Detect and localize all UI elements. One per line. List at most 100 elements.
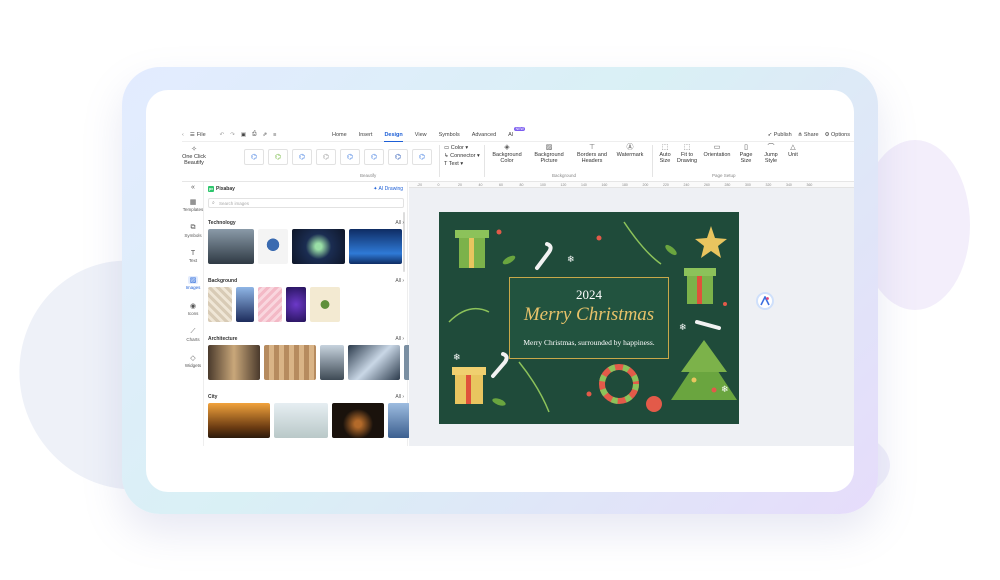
rail-item-templates[interactable]: ▦ Templates [182, 198, 204, 212]
text-icon: T [190, 250, 196, 257]
connector-dropdown[interactable]: ↳ Connector ▾ [444, 153, 480, 159]
tab-insert[interactable]: Insert [359, 132, 373, 138]
rail-item-images[interactable]: ▨ Images [182, 276, 204, 290]
unit-button[interactable]: △ Unit [786, 144, 800, 158]
rail-item-label: Images [185, 285, 201, 290]
image-thumbnail[interactable] [258, 229, 288, 264]
print-icon[interactable]: ⎙ [252, 131, 256, 138]
hamburger-icon: ☰ [189, 131, 195, 138]
jump-style-label: Jump Style [764, 152, 778, 164]
greeting-frame[interactable]: 2024 Merry Christmas Merry Christmas, su… [509, 277, 669, 359]
beautify-style-thumb[interactable]: ⌬ [388, 149, 408, 165]
redo-icon[interactable]: ↷ [230, 132, 235, 138]
image-thumbnail[interactable] [208, 403, 270, 438]
image-thumbnail[interactable] [208, 287, 232, 322]
jump-style-icon: ⌒ [767, 144, 775, 151]
orientation-label: Orientation [703, 152, 731, 158]
rail-item-text[interactable]: T Text [182, 250, 204, 263]
ai-assistant-button[interactable] [756, 292, 774, 310]
card-subtitle: Merry Christmas, surrounded by happiness… [523, 338, 655, 347]
beautify-style-thumb[interactable]: ⌬ [412, 149, 432, 165]
background-group-label: Background [552, 173, 577, 178]
divider [652, 145, 653, 177]
all-link[interactable]: All › [395, 278, 404, 284]
ruler-tick-label: 120 [560, 182, 567, 187]
rail-item-charts[interactable]: ⟋ Charts [182, 328, 204, 342]
image-thumbnail[interactable] [258, 287, 282, 322]
one-click-beautify-button[interactable]: ✧ One Click Beautify [182, 146, 206, 166]
image-thumbnail[interactable] [236, 287, 254, 322]
rail-item-label: Symbols [184, 233, 202, 238]
background-color-button[interactable]: ◈ Background Color [490, 144, 524, 164]
collapse-panel-button[interactable]: « [182, 184, 204, 192]
image-source[interactable]: px Pixabay [208, 186, 235, 192]
image-thumbnail[interactable] [292, 229, 345, 264]
save-icon[interactable]: ▣ [241, 132, 246, 138]
beautify-style-thumb[interactable]: ⌬ [268, 149, 288, 165]
share-button[interactable]: ⋔ Share [798, 132, 819, 138]
image-thumbnail[interactable] [208, 345, 260, 380]
fit-to-drawing-button[interactable]: ⬚ Fit to Drawing [676, 144, 698, 164]
image-thumbnail[interactable] [208, 229, 254, 264]
options-button[interactable]: ⚙ Options [825, 132, 850, 138]
beautify-style-thumb[interactable]: ⌬ [364, 149, 384, 165]
image-thumbnail[interactable] [264, 345, 316, 380]
ruler-tick-label: -20 [417, 182, 423, 187]
christmas-card[interactable]: ❄ ❄ ❄ ❄ 2024 Merry Christmas Merry Chris… [439, 212, 739, 424]
ruler-tick-label: 0 [437, 182, 440, 187]
tab-advanced[interactable]: Advanced [472, 132, 496, 138]
tab-symbols[interactable]: Symbols [439, 132, 460, 138]
image-thumbnail[interactable] [310, 287, 340, 322]
tab-design[interactable]: Design [384, 132, 404, 142]
tab-ai[interactable]: AI NEW [508, 127, 526, 138]
ai-drawing-link[interactable]: ✦ AI Drawing [373, 186, 403, 192]
connector-icon: ↳ [444, 153, 449, 159]
image-thumbnail[interactable] [388, 403, 410, 438]
image-thumbnail[interactable] [349, 229, 402, 264]
borders-headers-button[interactable]: ⊤ Borders and Headers [574, 144, 610, 164]
all-link[interactable]: All › [395, 394, 404, 400]
all-link[interactable]: All › [395, 220, 404, 226]
image-thumbnail[interactable] [332, 403, 384, 438]
all-link[interactable]: All › [395, 336, 404, 342]
design-ribbon: ✧ One Click Beautify ⌬ ⌬ ⌬ ⌬ ⌬ ⌬ ⌬ ⌬ Bea… [182, 142, 854, 182]
export-icon[interactable]: ⇗ [262, 132, 267, 138]
publish-button[interactable]: ➶ Publish [768, 132, 792, 138]
color-dropdown[interactable]: ▭ Color ▾ [444, 145, 468, 151]
auto-size-button[interactable]: ⬚ Auto Size [656, 144, 674, 164]
image-thumbnail[interactable] [320, 345, 344, 380]
beautify-style-thumb[interactable]: ⌬ [292, 149, 312, 165]
beautify-style-thumb[interactable]: ⌬ [316, 149, 336, 165]
svg-text:❄: ❄ [679, 323, 687, 333]
beautify-style-thumb[interactable]: ⌬ [340, 149, 360, 165]
image-thumbnail[interactable] [286, 287, 306, 322]
undo-icon[interactable]: ↶ [220, 132, 225, 138]
horizontal-ruler: -20 0 20 40 60 80 100 120 140 160 180 200 220 240 260 2… [409, 182, 854, 188]
tab-home[interactable]: Home [332, 132, 347, 138]
category-background: Background All › [208, 278, 404, 322]
watermark-button[interactable]: Ⓐ Watermark [616, 144, 644, 158]
image-thumbnail[interactable] [348, 345, 400, 380]
collapse-icon[interactable]: ‹ [182, 132, 184, 138]
card-year: 2024 [576, 287, 602, 302]
rail-item-symbols[interactable]: ⧉ Symbols [182, 224, 204, 238]
beautify-style-thumb[interactable]: ⌬ [244, 149, 264, 165]
symbols-icon: ⧉ [190, 224, 196, 231]
new-badge: NEW [514, 127, 526, 131]
file-menu[interactable]: ☰ File [190, 132, 206, 138]
search-input[interactable]: ⌕ Search images [208, 198, 404, 208]
jump-style-button[interactable]: ⌒ Jump Style [760, 144, 782, 164]
drawing-canvas[interactable]: ❄ ❄ ❄ ❄ 2024 Merry Christmas Merry Chris… [409, 182, 854, 446]
more-icon[interactable]: ≡ [273, 132, 276, 138]
page-size-button[interactable]: ▯ Page Size [736, 144, 756, 164]
ai-drawing-label: AI Drawing [378, 186, 403, 192]
svg-text:❄: ❄ [567, 255, 575, 265]
rail-item-icons[interactable]: ◉ Icons [182, 302, 204, 316]
tab-view[interactable]: View [415, 132, 427, 138]
orientation-button[interactable]: ▭ Orientation [702, 144, 732, 158]
rail-item-widgets[interactable]: ◇ Widgets [182, 354, 204, 368]
text-dropdown[interactable]: T Text ▾ [444, 161, 463, 167]
image-thumbnail[interactable] [274, 403, 328, 438]
background-picture-button[interactable]: ▨ Background Picture [532, 144, 566, 164]
publish-icon: ➶ [767, 132, 773, 138]
